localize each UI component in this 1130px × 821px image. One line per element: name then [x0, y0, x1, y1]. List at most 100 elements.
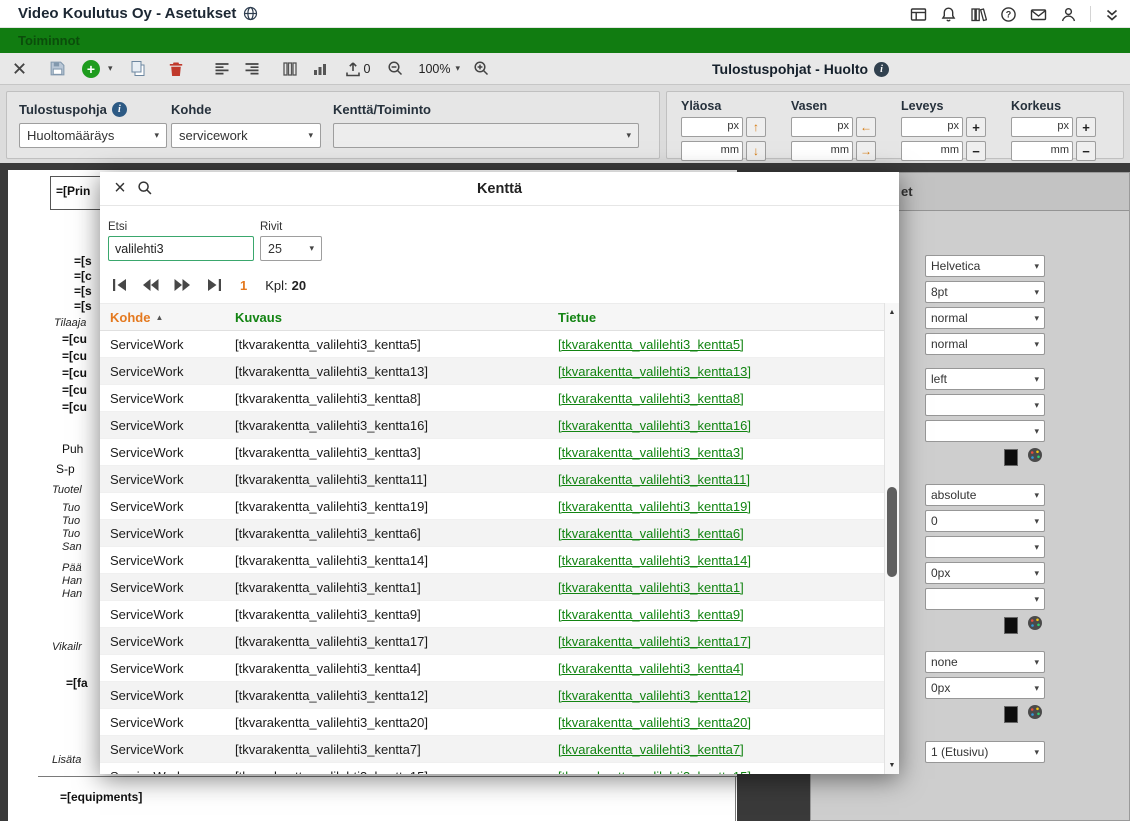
template-text-fragment[interactable]: San — [62, 541, 82, 553]
record-link[interactable]: [tkvarakentta_valilehti3_kentta9] — [558, 607, 744, 622]
zoom-in-button[interactable] — [468, 56, 494, 82]
record-link[interactable]: [tkvarakentta_valilehti3_kentta16] — [558, 418, 751, 433]
palette-icon[interactable] — [1027, 447, 1043, 468]
color-swatch[interactable] — [1004, 449, 1018, 466]
search-icon[interactable] — [137, 180, 153, 196]
template-field-fragment[interactable]: =[s — [74, 284, 92, 298]
property-select-1[interactable]: ▾ — [925, 394, 1045, 416]
text-align-select[interactable]: left▾ — [925, 368, 1045, 390]
template-text-fragment[interactable]: Han — [62, 588, 82, 600]
page-number[interactable]: 1 — [240, 278, 247, 293]
add-button[interactable]: + ▾ — [82, 56, 113, 82]
save-icon[interactable] — [44, 56, 70, 82]
position-select[interactable]: absolute▾ — [925, 484, 1045, 506]
property-select-2[interactable]: ▾ — [925, 420, 1045, 442]
template-text-fragment[interactable]: S-p — [56, 462, 75, 476]
record-link[interactable]: [tkvarakentta_valilehti3_kentta5] — [558, 337, 744, 352]
delete-button[interactable] — [163, 56, 189, 82]
color-swatch[interactable] — [1004, 617, 1018, 634]
record-link[interactable]: [tkvarakentta_valilehti3_kentta6] — [558, 526, 744, 541]
mail-icon[interactable] — [1030, 6, 1047, 23]
columns-icon[interactable] — [277, 56, 303, 82]
window-icon[interactable] — [910, 6, 927, 23]
record-link[interactable]: [tkvarakentta_valilehti3_kentta8] — [558, 391, 744, 406]
help-icon[interactable]: ? — [1000, 6, 1017, 23]
font-weight-select[interactable]: normal▾ — [925, 307, 1045, 329]
width-decrease-button[interactable]: − — [966, 141, 986, 161]
property-select-5[interactable]: ▾ — [925, 588, 1045, 610]
property-select-3[interactable]: ▾ — [925, 536, 1045, 558]
library-books-icon[interactable] — [970, 6, 987, 23]
column-header-kuvaus[interactable]: Kuvaus — [225, 310, 548, 325]
bar-chart-icon[interactable] — [307, 56, 333, 82]
menu-toiminnot[interactable]: Toiminnot — [18, 33, 80, 48]
template-field-fragment[interactable]: =[c — [74, 269, 92, 283]
property-select-4[interactable]: 0px▾ — [925, 562, 1045, 584]
field-action-select[interactable]: ▾ — [333, 123, 639, 148]
align-right-icon[interactable] — [239, 56, 265, 82]
template-select[interactable]: Huoltomääräys ▾ — [19, 123, 167, 148]
info-icon[interactable]: i — [112, 102, 127, 117]
palette-icon[interactable] — [1027, 704, 1043, 725]
notifications-bell-icon[interactable] — [940, 6, 957, 23]
column-header-kohde[interactable]: Kohde ▲ — [100, 310, 225, 325]
record-link[interactable]: [tkvarakentta_valilehti3_kentta14] — [558, 553, 751, 568]
template-text-fragment[interactable]: Pää — [62, 562, 82, 574]
record-link[interactable]: [tkvarakentta_valilehti3_kentta4] — [558, 661, 744, 676]
pager-next-button[interactable] — [170, 276, 194, 294]
collapse-double-chevron-icon[interactable] — [1104, 7, 1120, 22]
border-style-select[interactable]: none▾ — [925, 651, 1045, 673]
template-field-fragment[interactable]: =[cu — [62, 383, 87, 397]
equipments-field[interactable]: =[equipments] — [60, 790, 142, 804]
record-link[interactable]: [tkvarakentta_valilehti3_kentta11] — [558, 472, 750, 487]
zoom-out-button[interactable] — [383, 56, 409, 82]
copy-button[interactable] — [125, 56, 151, 82]
font-style-select[interactable]: normal▾ — [925, 333, 1045, 355]
column-header-tietue[interactable]: Tietue — [548, 310, 884, 325]
user-icon[interactable] — [1060, 6, 1077, 23]
move-right-button[interactable]: → — [856, 141, 876, 161]
width-increase-button[interactable]: + — [966, 117, 986, 137]
border-width-select[interactable]: 0px▾ — [925, 677, 1045, 699]
height-increase-button[interactable]: + — [1076, 117, 1096, 137]
template-field-fragment[interactable]: =[cu — [62, 366, 87, 380]
record-link[interactable]: [tkvarakentta_valilehti3_kentta15] — [558, 769, 751, 775]
modal-close-button[interactable]: × — [108, 176, 132, 201]
template-field-fragment[interactable]: =[s — [74, 254, 92, 268]
template-text-fragment[interactable]: Tuo — [62, 502, 80, 514]
pager-last-button[interactable] — [201, 276, 225, 294]
template-field-fragment[interactable]: =[cu — [62, 400, 87, 414]
move-left-button[interactable]: ← — [856, 117, 876, 137]
template-field-fragment[interactable]: =[cu — [62, 332, 87, 346]
record-link[interactable]: [tkvarakentta_valilehti3_kentta3] — [558, 445, 744, 460]
template-text-fragment[interactable]: Puh — [62, 442, 83, 456]
template-text-fragment[interactable]: Tuo — [62, 528, 80, 540]
info-icon[interactable]: i — [874, 62, 889, 77]
record-link[interactable]: [tkvarakentta_valilehti3_kentta7] — [558, 742, 744, 757]
font-family-select[interactable]: Helvetica▾ — [925, 255, 1045, 277]
move-down-button[interactable]: ↓ — [746, 141, 766, 161]
template-field-fragment[interactable]: =[Prin — [56, 184, 90, 198]
record-link[interactable]: [tkvarakentta_valilehti3_kentta20] — [558, 715, 751, 730]
color-swatch[interactable] — [1004, 706, 1018, 723]
template-field-fragment[interactable]: =[s — [74, 299, 92, 313]
align-left-icon[interactable] — [209, 56, 235, 82]
record-link[interactable]: [tkvarakentta_valilehti3_kentta13] — [558, 364, 751, 379]
upload-button[interactable]: 0 — [345, 56, 371, 82]
template-field-fragment[interactable]: =[cu — [62, 349, 87, 363]
modal-scrollbar[interactable]: ▲ ▼ — [884, 303, 899, 774]
scroll-down-button[interactable]: ▼ — [885, 758, 899, 772]
height-decrease-button[interactable]: − — [1076, 141, 1096, 161]
template-text-fragment[interactable]: Han — [62, 575, 82, 587]
target-select[interactable]: servicework ▾ — [171, 123, 321, 148]
record-link[interactable]: [tkvarakentta_valilehti3_kentta12] — [558, 688, 751, 703]
search-input[interactable] — [108, 236, 254, 261]
record-link[interactable]: [tkvarakentta_valilehti3_kentta19] — [558, 499, 751, 514]
z-index-select[interactable]: 0▾ — [925, 510, 1045, 532]
palette-icon[interactable] — [1027, 615, 1043, 636]
pager-prev-button[interactable] — [139, 276, 163, 294]
scroll-thumb[interactable] — [887, 487, 897, 577]
pager-first-button[interactable] — [108, 276, 132, 294]
page-select[interactable]: 1 (Etusivu)▾ — [925, 741, 1045, 763]
font-size-select[interactable]: 8pt▾ — [925, 281, 1045, 303]
